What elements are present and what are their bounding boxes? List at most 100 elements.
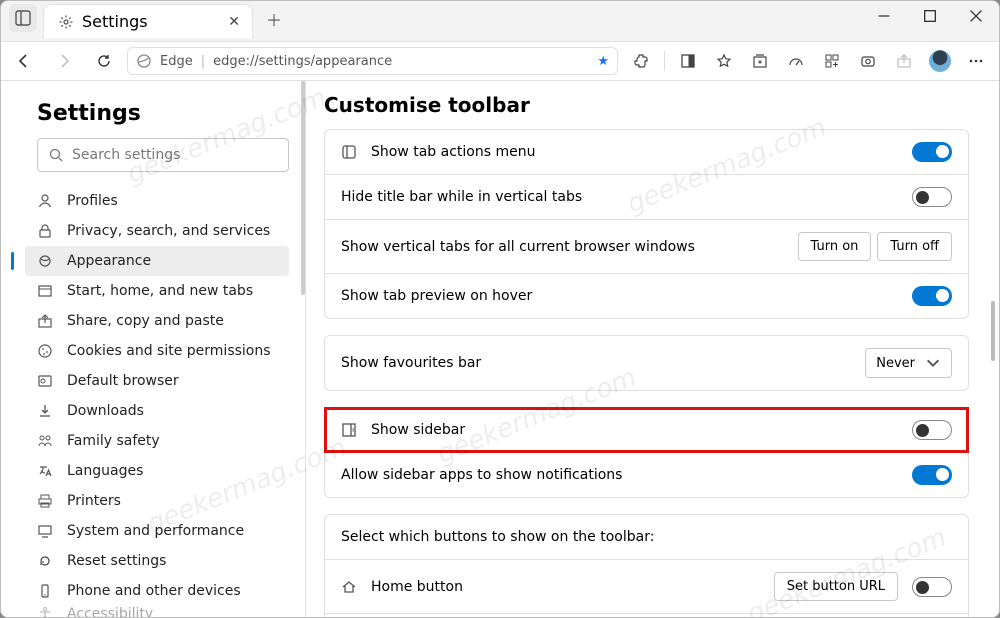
- sidebar-item-phone-and-other-devices[interactable]: Phone and other devices: [25, 576, 289, 606]
- sidebar-item-label: Printers: [67, 493, 121, 509]
- extensions-icon[interactable]: [624, 44, 658, 78]
- performance-icon[interactable]: [779, 44, 813, 78]
- language-icon: [37, 463, 53, 479]
- toolbar: Edge | edge://settings/appearance ★: [1, 41, 999, 81]
- tab-close-icon[interactable]: ✕: [228, 14, 240, 30]
- sidebar-item-label: Downloads: [67, 403, 144, 419]
- setting-label: Show sidebar: [371, 422, 898, 438]
- setting-label: Home button: [371, 579, 760, 595]
- browser-window: geekermag.com geekermag.com geekermag.co…: [0, 0, 1000, 618]
- reset-icon: [37, 553, 53, 569]
- window-maximize-button[interactable]: [907, 1, 953, 31]
- settings-search-input[interactable]: Search settings: [37, 138, 289, 172]
- select-dropdown[interactable]: Never: [865, 348, 952, 378]
- sidebar-item-label: Phone and other devices: [67, 583, 241, 599]
- toggle[interactable]: [912, 142, 952, 162]
- sidebar-item-label: Profiles: [67, 193, 118, 209]
- toolbar-group-1: Show tab actions menu Hide title bar whil…: [324, 129, 969, 319]
- screenshot-icon[interactable]: [851, 44, 885, 78]
- address-separator: |: [201, 54, 205, 69]
- share-icon: [37, 313, 53, 329]
- apps-icon[interactable]: [815, 44, 849, 78]
- chevron-down-icon: [925, 355, 941, 371]
- sidebar-item-label: System and performance: [67, 523, 244, 539]
- settings-nav: Profiles Privacy, search, and services App…: [37, 186, 289, 618]
- accessibility-icon: [37, 606, 53, 618]
- page-title: Customise toolbar: [324, 93, 969, 117]
- cookie-icon: [37, 343, 53, 359]
- turn-off-button[interactable]: Turn off: [877, 232, 952, 261]
- profile-avatar[interactable]: [923, 44, 957, 78]
- sidebar-item-accessibility[interactable]: Accessibility: [25, 606, 289, 618]
- sidebar-item-share-copy-and-paste[interactable]: Share, copy and paste: [25, 306, 289, 336]
- sidebar-item-default-browser[interactable]: Default browser: [25, 366, 289, 396]
- toggle[interactable]: [912, 420, 952, 440]
- search-placeholder: Search settings: [72, 147, 180, 163]
- home-icon: [341, 579, 357, 595]
- setting-label: Hide title bar while in vertical tabs: [341, 189, 898, 205]
- phone-icon: [37, 583, 53, 599]
- sidebar-item-label: Privacy, search, and services: [67, 223, 270, 239]
- gear-icon: [58, 14, 74, 30]
- sidebar-item-system-and-performance[interactable]: System and performance: [25, 516, 289, 546]
- group-header: Select which buttons to show on the tool…: [325, 515, 968, 559]
- toolbar-group-4: Select which buttons to show on the tool…: [324, 514, 969, 617]
- setting-label: Allow sidebar apps to show notifications: [341, 467, 898, 483]
- person-icon: [37, 193, 53, 209]
- setting-label: Show tab actions menu: [371, 144, 898, 160]
- forward-button[interactable]: [47, 44, 81, 78]
- toggle[interactable]: [912, 286, 952, 306]
- more-menu-button[interactable]: [959, 44, 993, 78]
- address-url: edge://settings/appearance: [213, 54, 392, 69]
- favourite-star-icon[interactable]: ★: [597, 54, 609, 69]
- main-scrollbar[interactable]: [991, 301, 995, 361]
- collections-icon[interactable]: [743, 44, 777, 78]
- setting-row: Show favourites barNever: [325, 336, 968, 390]
- content-area: Settings Search settings ProfilesPrivacy…: [1, 81, 999, 617]
- refresh-button[interactable]: [87, 44, 121, 78]
- sidebar-item-label: Languages: [67, 463, 143, 479]
- printer-icon: [37, 493, 53, 509]
- window-minimize-button[interactable]: [861, 1, 907, 31]
- sidebar-item-start-home-and-new-tabs[interactable]: Start, home, and new tabs: [25, 276, 289, 306]
- setting-row: Show sidebar: [325, 408, 968, 452]
- window-close-button[interactable]: [953, 1, 999, 31]
- sidebar-item-reset-settings[interactable]: Reset settings: [25, 546, 289, 576]
- sidebar-item-appearance[interactable]: Appearance: [25, 246, 289, 276]
- settings-main: Customise toolbar Show tab actions menu H…: [306, 81, 999, 617]
- sidebar-item-privacy-search-and-services[interactable]: Privacy, search, and services: [25, 216, 289, 246]
- sidebar-item-languages[interactable]: Languages: [25, 456, 289, 486]
- sidebar-toggle-icon[interactable]: [671, 44, 705, 78]
- sidebar-item-family-safety[interactable]: Family safety: [25, 426, 289, 456]
- tab-settings[interactable]: Settings ✕: [43, 4, 253, 38]
- setting-row: Extensions buttonShow automatically: [325, 613, 968, 617]
- back-button[interactable]: [7, 44, 41, 78]
- setting-row: Home button Set button URL: [325, 559, 968, 613]
- toggle[interactable]: [912, 187, 952, 207]
- sidebar-item-cookies-and-site-permissions[interactable]: Cookies and site permissions: [25, 336, 289, 366]
- setting-row: Show tab actions menu: [325, 130, 968, 174]
- sidebar-scrollbar[interactable]: [301, 81, 305, 295]
- toolbar-divider: [664, 51, 665, 71]
- set-url-button[interactable]: Set button URL: [774, 572, 898, 601]
- address-bar[interactable]: Edge | edge://settings/appearance ★: [127, 47, 618, 75]
- share-icon[interactable]: [887, 44, 921, 78]
- sidebar-item-label: Start, home, and new tabs: [67, 283, 253, 299]
- turn-on-button[interactable]: Turn on: [798, 232, 872, 261]
- toggle[interactable]: [912, 465, 952, 485]
- select-value: Never: [876, 356, 915, 371]
- sidebar-item-label: Appearance: [67, 253, 151, 269]
- sidebar-item-downloads[interactable]: Downloads: [25, 396, 289, 426]
- edge-logo-icon: [136, 53, 152, 69]
- system-icon: [37, 523, 53, 539]
- tab-actions-button[interactable]: [9, 4, 37, 32]
- settings-sidebar: Settings Search settings ProfilesPrivacy…: [1, 81, 306, 617]
- family-icon: [37, 433, 53, 449]
- sidebar-item-profiles[interactable]: Profiles: [25, 186, 289, 216]
- toggle[interactable]: [912, 577, 952, 597]
- favourites-icon[interactable]: [707, 44, 741, 78]
- sidebar-item-printers[interactable]: Printers: [25, 486, 289, 516]
- new-tab-button[interactable]: ＋: [259, 4, 289, 34]
- sidebar-item-label: Reset settings: [67, 553, 166, 569]
- download-icon: [37, 403, 53, 419]
